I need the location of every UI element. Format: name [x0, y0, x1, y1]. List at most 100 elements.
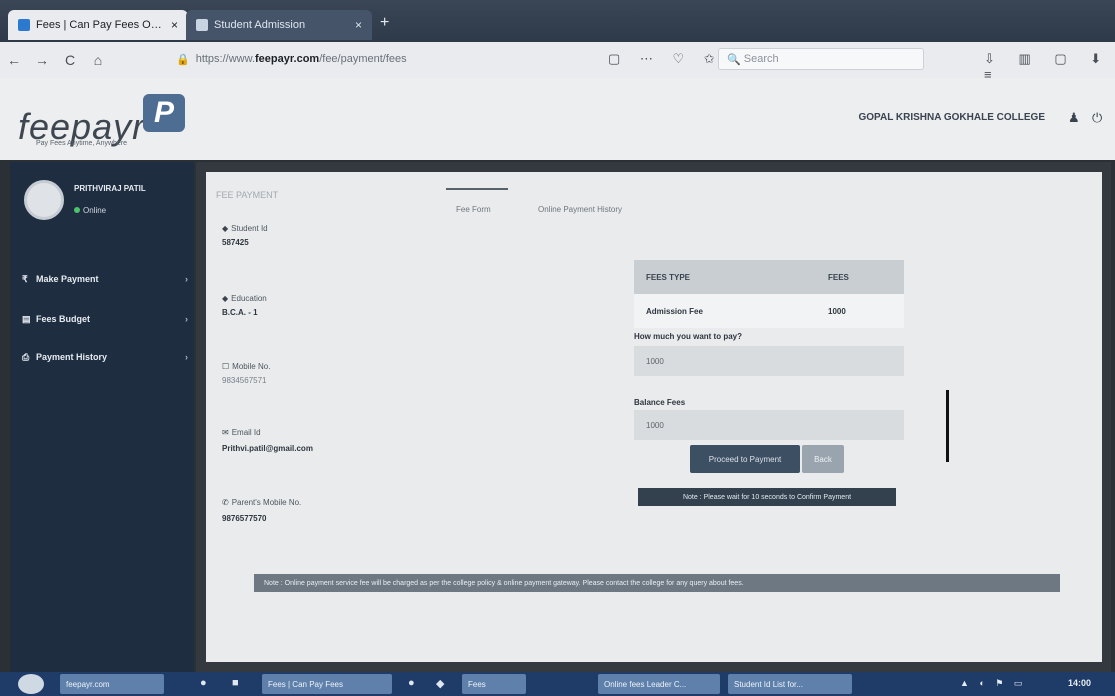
logo-badge-icon: P — [143, 94, 185, 132]
tab-title: Fees | Can Pay Fees Online — [36, 19, 165, 31]
sidebar-item-make-payment[interactable]: ₹ Make Payment › — [22, 270, 192, 288]
footer-notice: Note : Online payment service fee will b… — [254, 574, 1060, 592]
close-icon[interactable]: × — [355, 18, 362, 32]
user-status: Online — [74, 206, 106, 215]
email-icon: ✉ — [222, 428, 229, 437]
sidebar-item-payment-history[interactable]: ⎙ Payment History › — [22, 348, 192, 366]
power-icon[interactable]: ⏻ — [1092, 110, 1102, 126]
system-tray-icons[interactable]: ▲ ◐ ⚑ ▭ — [960, 678, 1026, 689]
education-label: ◆ Education — [222, 294, 267, 303]
app-icon[interactable]: ◆ — [436, 677, 444, 690]
id-icon: ◆ — [222, 224, 229, 233]
taskbar-item[interactable]: Fees — [462, 674, 526, 694]
start-button[interactable] — [18, 674, 44, 694]
pay-amount-input[interactable] — [634, 346, 904, 376]
folder-icon[interactable]: ■ — [232, 677, 239, 689]
browser-tab-bar: Fees | Can Pay Fees Online × Student Adm… — [0, 0, 1115, 42]
table-header: FEES TYPE FEES — [634, 260, 904, 294]
app-header: feepayr P Pay Fees Anytime, Anywhere GOP… — [0, 78, 1115, 160]
label-text: Student Id — [231, 224, 268, 233]
rupee-icon: ₹ — [22, 273, 28, 284]
column-header: FEES — [828, 272, 849, 282]
new-tab-icon[interactable]: + — [380, 14, 389, 32]
avatar — [24, 180, 64, 220]
student-id-value: 587425 — [222, 238, 249, 247]
lock-icon: 🔒 — [176, 53, 190, 66]
text-cursor-icon — [946, 390, 949, 462]
favicon-icon — [196, 19, 208, 31]
college-name: GOPAL KRISHNA GOKHALE COLLEGE — [858, 112, 1046, 123]
chevron-right-icon: › — [185, 352, 188, 362]
browser-tab-admission[interactable]: Student Admission × — [186, 10, 372, 40]
browser-icon[interactable]: ● — [200, 677, 207, 689]
label-text: Email Id — [231, 428, 261, 437]
taskbar-item[interactable]: Student Id List for... — [728, 674, 852, 694]
reload-icon[interactable]: C — [56, 52, 84, 68]
phone-icon: ✆ — [222, 498, 229, 507]
graduation-icon: ◆ — [222, 294, 229, 303]
fee-type-cell: Admission Fee — [646, 306, 703, 316]
taskbar-item[interactable]: feepayr.com — [60, 674, 164, 694]
parent-mobile-value: 9876577570 — [222, 514, 267, 523]
taskbar-clock: 14:00 — [1068, 678, 1092, 688]
content-panel: FEE PAYMENT Fee Form Online Payment Hist… — [206, 172, 1102, 662]
label-text: Mobile No. — [232, 362, 271, 371]
mobile-label: ☐ Mobile No. — [222, 362, 270, 371]
main-area: FEE PAYMENT Fee Form Online Payment Hist… — [196, 162, 1111, 672]
user-icon[interactable]: ♟ — [1068, 110, 1080, 126]
logo-tagline: Pay Fees Anytime, Anywhere — [36, 140, 128, 147]
forward-arrow-icon[interactable]: → — [28, 52, 56, 68]
wait-note: Note : Please wait for 10 seconds to Con… — [638, 488, 896, 506]
tab-fee-form[interactable]: Fee Form — [456, 205, 491, 214]
user-status-label: Online — [83, 206, 107, 215]
page-title: FEE PAYMENT — [216, 190, 279, 200]
sidebar-item-label: Payment History — [36, 352, 108, 362]
history-icon: ⎙ — [22, 351, 30, 362]
balance-fees-input[interactable] — [634, 410, 904, 440]
browser-search-input[interactable]: 🔍 Search — [718, 48, 924, 70]
home-icon[interactable]: ⌂ — [84, 52, 112, 68]
sidebar-item-label: Make Payment — [36, 274, 99, 284]
browser-nav-bar: ← → C ⌂ 🔒 https://www. feepayr.com /fee/… — [0, 42, 1115, 82]
sidebar-item-fees-budget[interactable]: ▤ Fees Budget › — [22, 310, 192, 328]
url-prefix: https://www. — [195, 53, 255, 65]
close-icon[interactable]: × — [171, 18, 178, 32]
chevron-right-icon: › — [185, 314, 188, 324]
active-tab-indicator — [446, 188, 508, 190]
label-text: Parent's Mobile No. — [231, 498, 302, 507]
table-row: Admission Fee 1000 — [634, 294, 904, 328]
student-id-label: ◆ Student Id — [222, 224, 268, 233]
phone-icon: ☐ — [222, 362, 230, 371]
url-domain: feepayr.com — [255, 53, 320, 65]
favicon-icon — [18, 19, 30, 31]
back-button[interactable]: Back — [802, 445, 844, 473]
chevron-right-icon: › — [185, 274, 188, 284]
url-bar[interactable]: 🔒 https://www. feepayr.com /fee/payment/… — [168, 48, 588, 70]
search-icon: 🔍 — [727, 53, 744, 66]
parent-mobile-label: ✆ Parent's Mobile No. — [222, 498, 301, 507]
column-header: FEES TYPE — [646, 272, 691, 282]
online-dot-icon — [74, 207, 80, 213]
label-text: Education — [231, 294, 267, 303]
search-placeholder: Search — [743, 53, 779, 65]
chrome-icon[interactable]: ● — [408, 677, 415, 689]
mobile-value: 9834567571 — [222, 376, 267, 385]
email-value: Prithvi.patil@gmail.com — [222, 444, 313, 453]
sidebar: PRITHVIRAJ PATIL Online ₹ Make Payment ›… — [10, 162, 194, 672]
education-value: B.C.A. - 1 — [222, 308, 258, 317]
email-label: ✉ Email Id — [222, 428, 261, 437]
fee-table: FEES TYPE FEES Admission Fee 1000 — [634, 260, 904, 328]
back-arrow-icon[interactable]: ← — [0, 52, 28, 68]
tab-payment-history[interactable]: Online Payment History — [538, 205, 622, 214]
proceed-to-payment-button[interactable]: Proceed to Payment — [690, 445, 800, 473]
page-actions-icons[interactable]: ▢ ⋯ ♡ ✩ — [608, 51, 723, 67]
tab-title: Student Admission — [214, 19, 306, 31]
taskbar-item[interactable]: Online fees Leader C... — [598, 674, 720, 694]
url-path: /fee/payment/fees — [319, 53, 407, 65]
balance-fees-label: Balance Fees — [634, 398, 686, 407]
taskbar-item[interactable]: Fees | Can Pay Fees — [262, 674, 392, 694]
user-name: PRITHVIRAJ PATIL — [74, 184, 146, 193]
browser-tab-fees[interactable]: Fees | Can Pay Fees Online × — [8, 10, 188, 40]
budget-icon: ▤ — [22, 313, 31, 324]
os-taskbar: feepayr.com ● ■ Fees | Can Pay Fees ● ◆ … — [0, 672, 1115, 696]
